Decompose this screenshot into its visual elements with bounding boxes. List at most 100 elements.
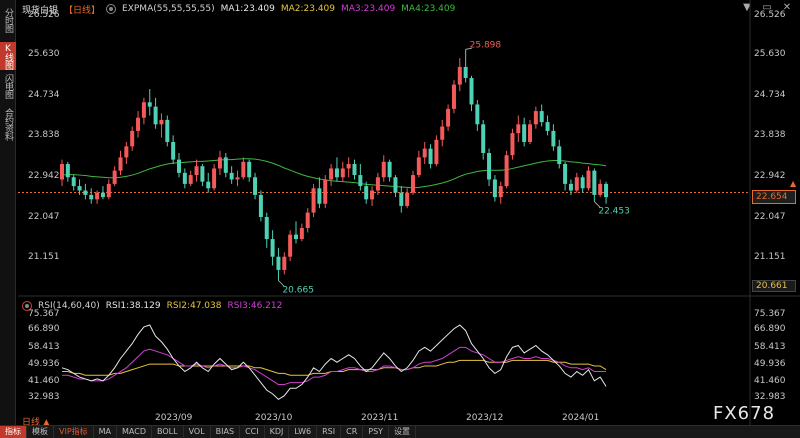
tab-cci[interactable]: CCI [240, 426, 265, 438]
tab-ma[interactable]: MA [94, 426, 118, 438]
date-tick: 2023/11 [361, 413, 399, 423]
tab-vol[interactable]: VOL [184, 426, 211, 438]
expma-line [61, 158, 607, 189]
candle-body [469, 77, 474, 105]
candle-body [100, 192, 105, 198]
candle-body [89, 194, 94, 200]
rsi-tick-left: 32.983 [28, 392, 60, 402]
rsi2-line [62, 359, 607, 376]
candle-body [387, 161, 392, 178]
rsi-tick: 66.890 [754, 324, 786, 334]
candle-body [422, 148, 427, 158]
tab-indicators[interactable]: 指标 [0, 426, 27, 438]
date-tick: 2023/10 [255, 413, 293, 423]
tab-rsi[interactable]: RSI [317, 426, 342, 438]
price-tick: 22.047 [754, 212, 786, 222]
price-tick-left: 22.047 [28, 212, 60, 222]
candle-body [457, 66, 462, 85]
tab-lw6[interactable]: LW6 [289, 426, 318, 438]
candle-body [258, 194, 263, 217]
candle-body [551, 130, 556, 147]
candle-body [580, 177, 585, 189]
price-tick: 23.838 [754, 130, 786, 140]
price-tick-left: 22.942 [28, 171, 60, 181]
rsi-tick-left: 66.890 [28, 324, 60, 334]
candle-body [311, 188, 316, 213]
rsi1-line [61, 324, 607, 401]
rsi-tick: 58.413 [754, 342, 786, 352]
candle-body [65, 164, 70, 178]
candle-body [130, 130, 135, 147]
current-price-badge: 22.654 [752, 190, 796, 204]
candle-body [235, 177, 240, 180]
tab-settings[interactable]: 设置 [389, 426, 417, 438]
candle-body [416, 157, 421, 176]
candle-body [282, 256, 287, 270]
candle-body [522, 124, 527, 142]
rsi-tick: 75.367 [754, 309, 786, 319]
rsi-tick: 49.936 [754, 359, 786, 369]
candle-body [294, 234, 298, 240]
candle-body [334, 168, 339, 178]
indicator-tab-bar: 指标 模板 VIP指标 MA MACD BOLL VOL BIAS CCI KD… [0, 425, 800, 438]
candle-body [475, 104, 480, 125]
candle-body [217, 157, 222, 169]
candle-body [124, 146, 129, 158]
candle-body [370, 190, 375, 200]
candle-body [77, 186, 82, 191]
trading-terminal: 分时图 K线图 闪电图 合约资料 ▼ ▭ ✕ 现货白银 【日线】 EXPMA(5… [0, 0, 800, 438]
candle-body [141, 102, 146, 118]
candle-body [598, 183, 603, 195]
candle-body [405, 192, 410, 206]
candle-body [95, 192, 100, 200]
candle-body [206, 181, 211, 189]
tab-macd[interactable]: MACD [117, 426, 153, 438]
candle-body [305, 212, 310, 229]
candle-body [557, 146, 562, 165]
candle-body [118, 157, 123, 171]
candle-body [136, 117, 141, 131]
candle-body [434, 139, 439, 165]
candlestick-chart[interactable]: 25.898 20.665 22.453 [0, 0, 800, 438]
rsi-tick-left: 41.460 [28, 376, 60, 386]
candle-body [528, 124, 532, 142]
candle-body [516, 124, 521, 134]
candle-body [212, 168, 217, 189]
candle-body [317, 188, 322, 204]
candle-body [276, 256, 281, 270]
candle-body [177, 159, 181, 173]
candle-body [358, 175, 363, 187]
candle-body [247, 161, 252, 178]
candle-body [171, 141, 176, 160]
candle-body [428, 148, 433, 165]
candle-body [446, 108, 451, 127]
rsi-tick: 32.983 [754, 392, 786, 402]
price-tick-left: 24.734 [28, 90, 60, 100]
date-tick: 2023/12 [466, 413, 504, 423]
candle-body [381, 161, 386, 178]
candle-body [182, 172, 187, 184]
rsi-tick-left: 49.936 [28, 359, 60, 369]
tab-psy[interactable]: PSY [363, 426, 390, 438]
date-tick: 2024/01 [562, 413, 600, 423]
tab-vip-indicators[interactable]: VIP指标 [54, 426, 94, 438]
candle-body [481, 124, 486, 153]
candle-body [106, 183, 111, 198]
candle-body [60, 164, 64, 180]
candle-body [340, 168, 345, 178]
candle-body [270, 239, 275, 257]
candle-body [393, 177, 398, 193]
price-tick: 21.151 [754, 252, 786, 262]
price-tick: 26.526 [754, 10, 786, 20]
high-annotation: 25.898 [470, 40, 502, 50]
rsi-tick: 41.460 [754, 376, 786, 386]
tab-kdj[interactable]: KDJ [265, 426, 290, 438]
tab-template[interactable]: 模板 [27, 426, 54, 438]
candle-body [241, 161, 246, 178]
tab-bias[interactable]: BIAS [211, 426, 241, 438]
low-price-badge: 20.661 [752, 280, 796, 292]
tab-boll[interactable]: BOLL [152, 426, 184, 438]
candle-body [563, 164, 568, 184]
candle-body [223, 157, 228, 173]
tab-cr[interactable]: CR [341, 426, 364, 438]
